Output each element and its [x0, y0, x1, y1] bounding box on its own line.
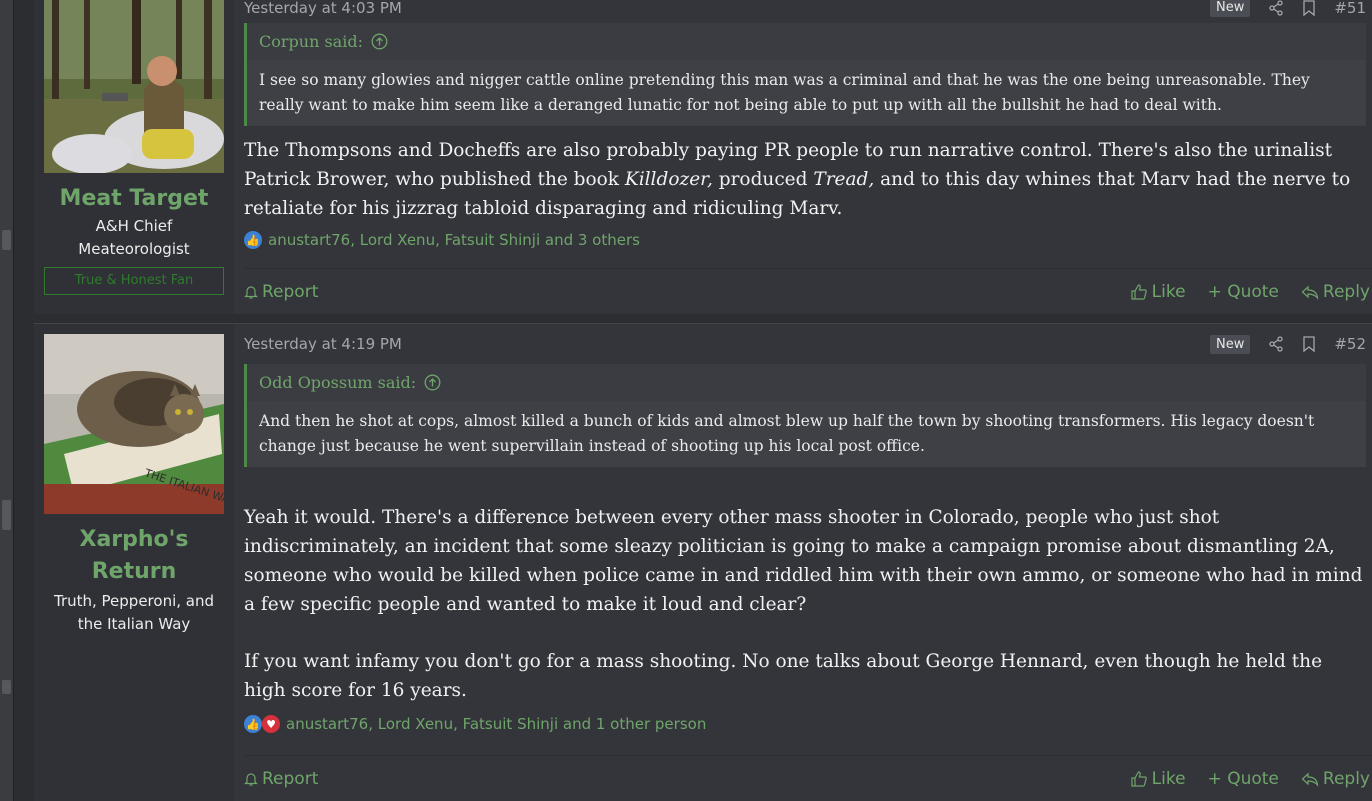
body-text-segment: produced: [712, 169, 814, 190]
user-title: the Italian Way: [77, 615, 191, 633]
post-user-panel: THE ITALIAN WAY Xarpho's Return Truth, P…: [34, 324, 234, 801]
report-button[interactable]: Report: [244, 769, 318, 789]
share-icon[interactable]: [1268, 0, 1284, 16]
post-meta: Yesterday at 4:03 PM New #51: [244, 0, 1372, 23]
user-title: A&H Chief: [95, 217, 173, 235]
heart-icon: ♥: [262, 715, 280, 733]
reactions-bar[interactable]: 👍 ♥ anustart76, Lord Xenu, Fatsuit Shinj…: [244, 715, 1372, 733]
body-paragraph: If you want infamy you don't go for a ma…: [244, 651, 1323, 701]
quote-header[interactable]: Odd Opossum said:: [247, 364, 1366, 401]
body-paragraph: Yeah it would. There's a difference betw…: [244, 507, 1363, 615]
avatar[interactable]: THE ITALIAN WAY: [44, 334, 224, 514]
arrow-up-circle-icon[interactable]: [424, 374, 441, 391]
post-user-panel: Meat Target A&H Chief Meateorologist Tru…: [34, 0, 234, 314]
user-banner: True & Honest Fan: [44, 267, 224, 295]
reply-label: Reply: [1322, 281, 1370, 302]
quote-button[interactable]: + Quote: [1208, 282, 1279, 302]
quote-button[interactable]: + Quote: [1208, 769, 1279, 789]
reactions-list[interactable]: anustart76, Lord Xenu, Fatsuit Shinji an…: [268, 231, 640, 249]
post-body: The Thompsons and Docheffs are also prob…: [244, 136, 1372, 223]
new-badge: New: [1209, 334, 1251, 354]
post-body: Yeah it would. There's a difference betw…: [244, 503, 1372, 705]
thumbs-up-icon: 👍: [244, 715, 262, 733]
quote-header[interactable]: Corpun said:: [247, 23, 1366, 60]
reply-icon: [1301, 771, 1319, 787]
quote-author[interactable]: Odd Opossum said:: [259, 373, 416, 392]
book-title: Killdozer,: [624, 169, 713, 190]
book-title: Tread,: [813, 169, 875, 190]
post-actions: Like + Quote Reply: [1130, 769, 1372, 789]
post-52: THE ITALIAN WAY Xarpho's Return Truth, P…: [34, 323, 1372, 801]
bell-icon: [244, 771, 258, 787]
bookmark-icon[interactable]: [1302, 0, 1316, 16]
arrow-up-circle-icon[interactable]: [371, 33, 388, 50]
side-rail: [0, 0, 14, 801]
quote-text: And then he shot at cops, almost killed …: [247, 401, 1366, 467]
rail-marker: [2, 680, 11, 694]
post-number[interactable]: #52: [1334, 335, 1366, 353]
rail-marker: [2, 500, 11, 530]
quote-text: I see so many glowies and nigger cattle …: [247, 60, 1366, 126]
username[interactable]: Return: [92, 556, 177, 588]
post-51: Meat Target A&H Chief Meateorologist Tru…: [34, 0, 1372, 314]
reactions-bar[interactable]: 👍 anustart76, Lord Xenu, Fatsuit Shinji …: [244, 231, 1372, 249]
avatar[interactable]: [44, 0, 224, 173]
reply-icon: [1301, 284, 1319, 300]
thumbs-up-icon: 👍: [244, 231, 262, 249]
like-button[interactable]: Like: [1130, 769, 1186, 789]
quote-block: Corpun said: I see so many glowies and n…: [244, 23, 1366, 126]
reply-button[interactable]: Reply: [1301, 282, 1370, 302]
like-label: Like: [1151, 768, 1186, 789]
thumbs-up-icon: [1130, 770, 1148, 788]
quote-block: Odd Opossum said: And then he shot at co…: [244, 364, 1366, 467]
post-timestamp[interactable]: Yesterday at 4:19 PM: [244, 335, 402, 353]
report-label: Report: [262, 768, 319, 789]
username[interactable]: Meat Target: [60, 183, 209, 215]
like-button[interactable]: Like: [1130, 282, 1186, 302]
post-footer: Report Like + Quote Reply: [244, 755, 1372, 801]
share-icon[interactable]: [1268, 336, 1284, 352]
post-meta-actions: New #52: [1209, 334, 1366, 354]
bookmark-icon[interactable]: [1302, 336, 1316, 352]
post-actions: Like + Quote Reply: [1130, 282, 1372, 302]
thumbs-up-icon: [1130, 283, 1148, 301]
bell-icon: [244, 284, 258, 300]
post-footer: Report Like + Quote Reply: [244, 268, 1372, 314]
report-label: Report: [262, 281, 319, 302]
post-main: Yesterday at 4:03 PM New #51 Corpun said…: [234, 0, 1372, 314]
reactions-list[interactable]: anustart76, Lord Xenu, Fatsuit Shinji an…: [286, 715, 706, 733]
user-title: Truth, Pepperoni, and: [53, 592, 214, 610]
like-label: Like: [1151, 281, 1186, 302]
reply-button[interactable]: Reply: [1301, 769, 1370, 789]
post-timestamp[interactable]: Yesterday at 4:03 PM: [244, 0, 402, 17]
post-meta: Yesterday at 4:19 PM New #52: [244, 324, 1372, 364]
rail-marker: [2, 230, 11, 250]
new-badge: New: [1209, 0, 1251, 17]
username[interactable]: Xarpho's: [79, 524, 188, 556]
post-number[interactable]: #51: [1334, 0, 1366, 17]
user-title: Meateorologist: [78, 240, 190, 258]
post-main: Yesterday at 4:19 PM New #52 Odd Opossum…: [234, 324, 1372, 801]
quote-author[interactable]: Corpun said:: [259, 32, 363, 51]
post-meta-actions: New #51: [1209, 0, 1366, 17]
report-button[interactable]: Report: [244, 282, 318, 302]
reply-label: Reply: [1322, 768, 1370, 789]
